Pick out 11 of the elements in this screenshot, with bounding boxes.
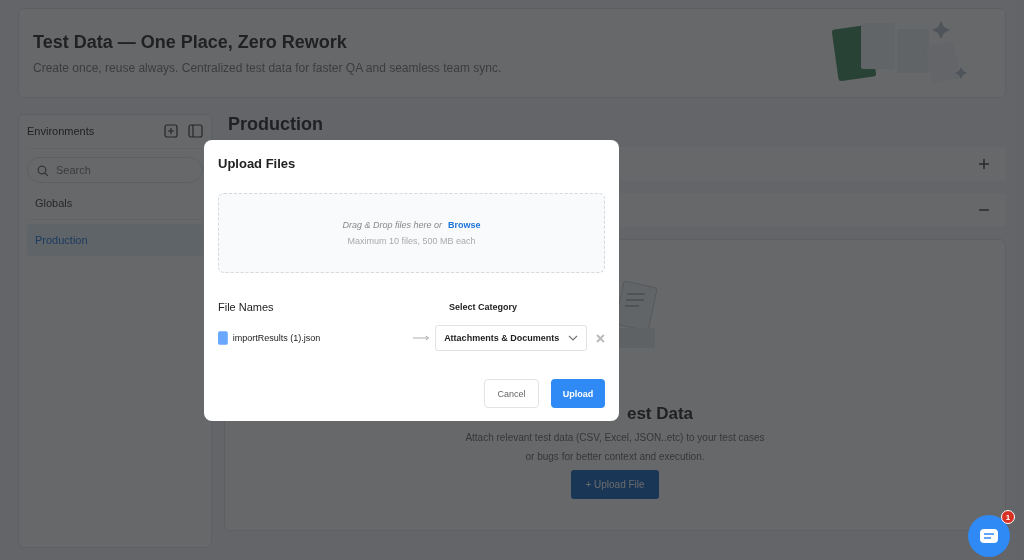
- section-title: Production: [227, 114, 324, 135]
- dropzone-text: Drag & Drop files here or: [342, 220, 442, 230]
- page-title: Test Data — One Place, Zero Rework: [33, 31, 348, 53]
- category-heading: Select Category: [449, 302, 518, 312]
- empty-state-title: est Data: [626, 404, 694, 424]
- dialog-title: Upload Files: [218, 156, 297, 171]
- dropzone-hint: Maximum 10 files, 500 MB each: [347, 236, 476, 246]
- sidebar-title: Environments: [27, 125, 96, 137]
- notification-badge: 1: [1001, 510, 1015, 524]
- file-names-heading: File Names: [218, 301, 275, 313]
- file-name: importResults (1).json: [232, 333, 322, 343]
